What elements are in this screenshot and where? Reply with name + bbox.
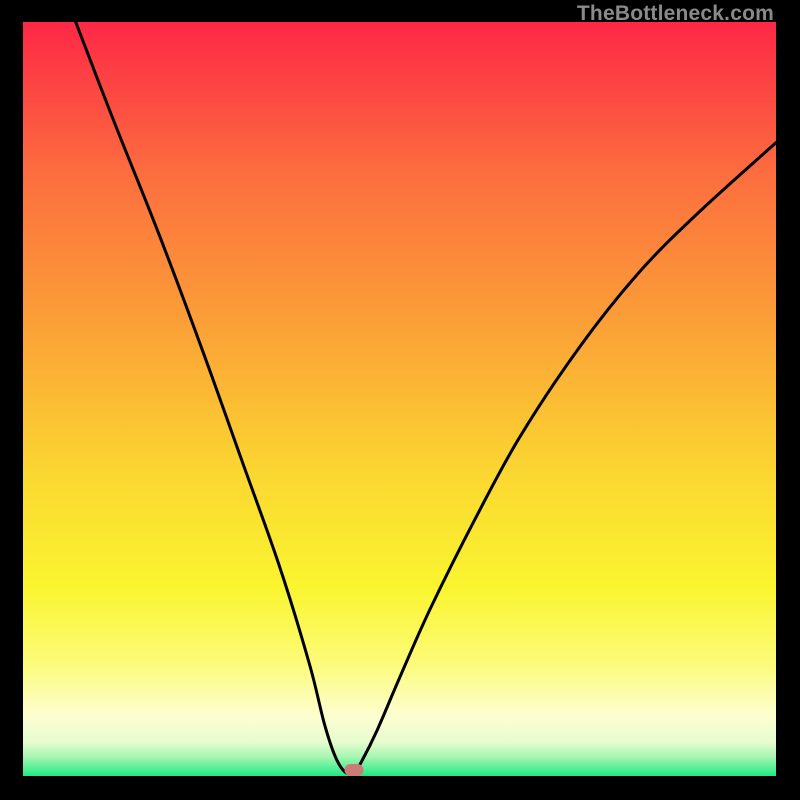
- chart-frame: [23, 22, 776, 776]
- chart-background-gradient: [23, 22, 776, 776]
